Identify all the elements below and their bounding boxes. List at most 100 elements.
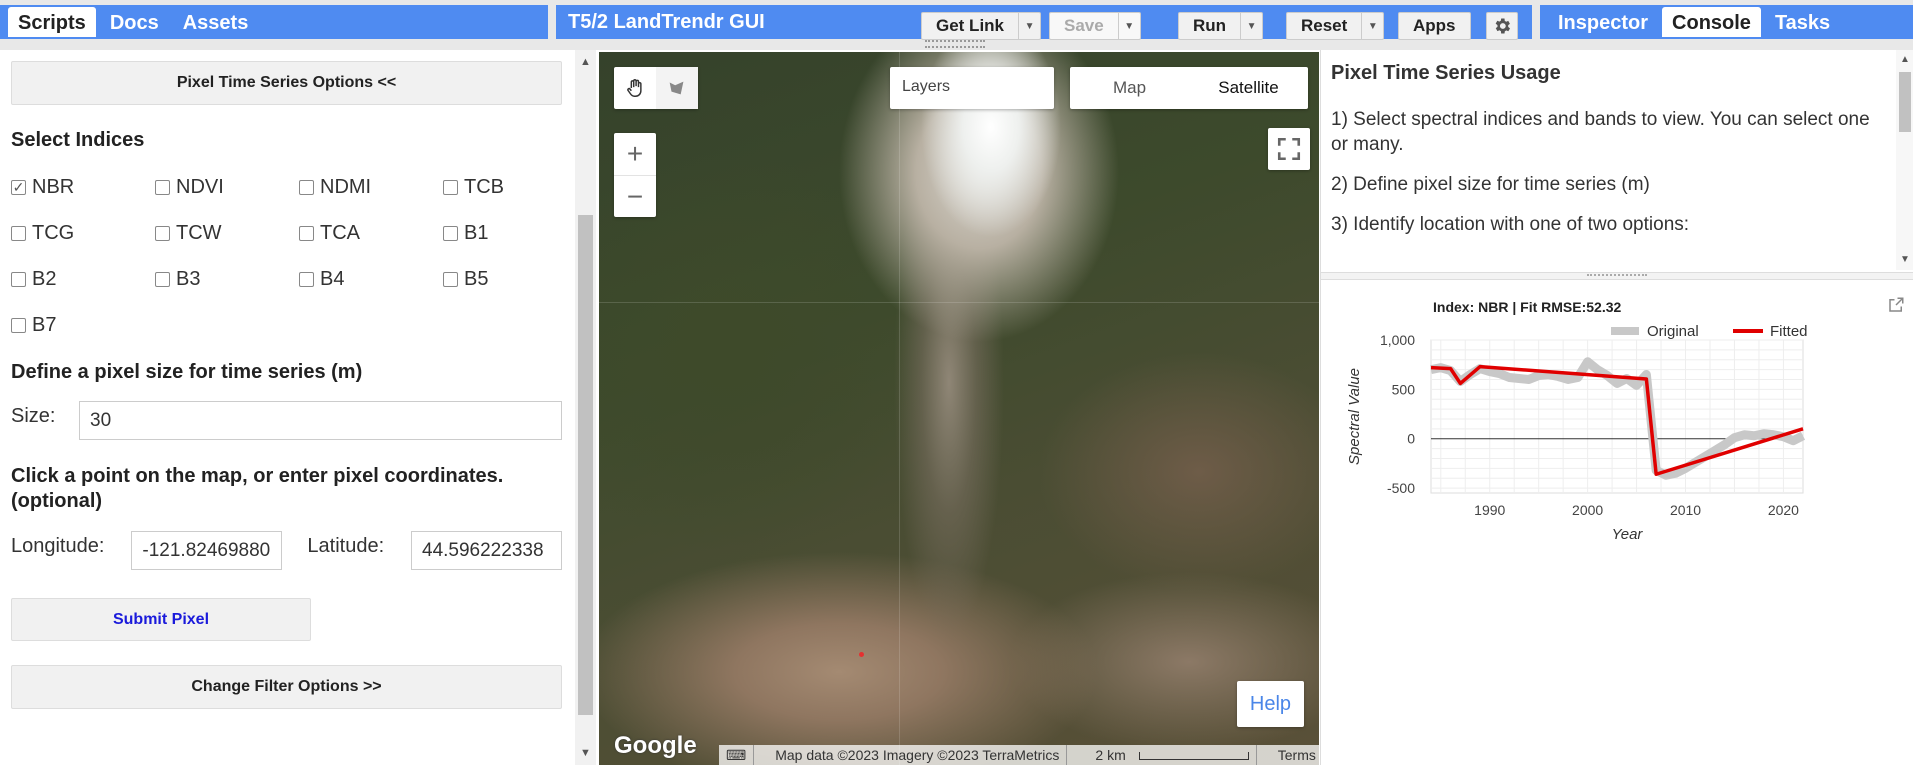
usage-instructions: Pixel Time Series Usage 1) Select spectr… xyxy=(1331,62,1886,267)
reset-button[interactable]: Reset ▼ xyxy=(1286,12,1385,40)
usage-step: 3) Identify location with one of two opt… xyxy=(1331,214,1690,235)
map-attribution: Map data ©2023 Imagery ©2023 TerraMetric… xyxy=(775,747,1060,763)
pixel-options-button[interactable]: Pixel Time Series Options << xyxy=(11,61,562,105)
external-link-icon xyxy=(1889,297,1904,312)
layers-button[interactable]: Layers xyxy=(890,67,1054,109)
google-logo: Google xyxy=(614,732,697,759)
index-checkbox-tcb[interactable]: TCB xyxy=(443,176,575,199)
checkbox-icon[interactable] xyxy=(443,272,458,287)
index-checkbox-tcw[interactable]: TCW xyxy=(155,222,299,245)
hand-pan-tool[interactable] xyxy=(614,67,656,109)
change-filter-options-button[interactable]: Change Filter Options >> xyxy=(11,665,562,709)
chart-svg: 1,000 500 0 -500 1990 2000 2010 2020 Index: NBR … xyxy=(1346,299,1808,543)
scroll-down-icon[interactable]: ▼ xyxy=(1900,254,1910,265)
popout-button[interactable] xyxy=(1887,296,1905,319)
ui-panel: Pixel Time Series Options << Select Indi… xyxy=(0,50,575,765)
index-checkbox-b7[interactable]: B7 xyxy=(11,314,155,337)
polygon-icon xyxy=(669,81,684,95)
checkbox-icon[interactable] xyxy=(11,318,26,333)
tab-console[interactable]: Console xyxy=(1662,7,1761,37)
tab-tasks[interactable]: Tasks xyxy=(1765,7,1840,37)
index-checkbox-label: B2 xyxy=(32,268,57,290)
tab-inspector[interactable]: Inspector xyxy=(1548,7,1658,37)
submit-pixel-button[interactable]: Submit Pixel xyxy=(11,598,311,641)
index-checkbox-tcg[interactable]: TCG xyxy=(11,222,155,245)
terms-of-use-link[interactable]: Terms of Use xyxy=(1271,747,1319,763)
index-checkbox-b5[interactable]: B5 xyxy=(443,268,575,291)
fullscreen-button[interactable] xyxy=(1268,128,1310,170)
scrollbar-thumb[interactable] xyxy=(578,215,593,715)
scroll-up-icon[interactable]: ▲ xyxy=(580,56,591,68)
editor-resize-handle[interactable] xyxy=(925,40,985,48)
scroll-down-icon[interactable]: ▼ xyxy=(580,747,591,759)
latitude-input[interactable] xyxy=(411,531,562,570)
y-tick-label: 0 xyxy=(1407,431,1415,447)
chevron-down-icon[interactable]: ▼ xyxy=(1018,13,1040,39)
checkbox-icon[interactable] xyxy=(155,180,170,195)
run-button[interactable]: Run ▼ xyxy=(1178,12,1264,40)
index-checkbox-ndmi[interactable]: NDMI xyxy=(299,176,443,199)
index-checkbox-nbr[interactable]: ✓ NBR xyxy=(11,176,155,199)
index-checkbox-label: B5 xyxy=(464,268,489,290)
map-view[interactable]: + − Layers Map Satellite Help Google ⌨ M… xyxy=(599,52,1319,765)
gear-icon xyxy=(1495,18,1510,34)
checkbox-icon[interactable] xyxy=(11,226,26,241)
usage-title: Pixel Time Series Usage xyxy=(1331,62,1561,84)
y-tick-label: 500 xyxy=(1392,381,1416,397)
index-checkbox-b4[interactable]: B4 xyxy=(299,268,443,291)
longitude-input[interactable] xyxy=(131,531,283,570)
checkbox-icon[interactable] xyxy=(299,226,314,241)
scrollbar-thumb[interactable] xyxy=(1899,72,1911,132)
shape-draw-tool[interactable] xyxy=(656,67,698,109)
usage-step: 2) Define pixel size for time series (m) xyxy=(1331,174,1650,195)
scroll-up-icon[interactable]: ▲ xyxy=(1900,54,1910,65)
scale-bar[interactable]: 2 km xyxy=(1081,747,1255,763)
get-link-button[interactable]: Get Link ▼ xyxy=(921,12,1042,40)
index-checkbox-label: TCA xyxy=(320,222,360,244)
settings-button[interactable] xyxy=(1486,12,1518,40)
zoom-in-button[interactable]: + xyxy=(614,133,656,175)
checkbox-icon[interactable] xyxy=(11,272,26,287)
checkbox-icon[interactable] xyxy=(299,180,314,195)
index-checkbox-b1[interactable]: B1 xyxy=(443,222,575,245)
index-checkbox-label: NBR xyxy=(32,176,75,198)
ui-panel-scrollbar[interactable]: ▲ ▼ xyxy=(575,50,596,765)
checkbox-icon[interactable] xyxy=(443,226,458,241)
help-button[interactable]: Help xyxy=(1237,681,1304,727)
index-checkbox-label: B1 xyxy=(464,222,489,244)
chevron-down-icon[interactable]: ▼ xyxy=(1117,13,1140,39)
checkbox-icon[interactable] xyxy=(155,272,170,287)
save-button[interactable]: Save ▼ xyxy=(1049,12,1141,40)
legend-label-fitted: Fitted xyxy=(1770,323,1808,340)
size-input[interactable] xyxy=(79,401,562,440)
map-drawing-tools xyxy=(614,67,698,109)
map-type-map[interactable]: Map xyxy=(1070,67,1189,109)
index-checkbox-grid: ✓ NBR NDVI NDMI TCB TCG TCW TCA B1 B2 B3 B4 B5 B7 xyxy=(11,176,562,337)
index-checkbox-tca[interactable]: TCA xyxy=(299,222,443,245)
left-pane-tabs: Scripts Docs Assets xyxy=(0,5,548,39)
tab-docs[interactable]: Docs xyxy=(100,7,169,37)
apps-button[interactable]: Apps xyxy=(1398,12,1471,40)
tab-assets[interactable]: Assets xyxy=(173,7,259,37)
x-axis-label: Year xyxy=(1612,526,1644,543)
index-checkbox-label: B3 xyxy=(176,268,201,290)
usage-scrollbar[interactable]: ▲ ▼ xyxy=(1896,50,1913,270)
panel-splitter[interactable] xyxy=(1321,272,1913,280)
keyboard-icon[interactable]: ⌨ xyxy=(719,747,753,764)
index-checkbox-b3[interactable]: B3 xyxy=(155,268,299,291)
index-checkbox-ndvi[interactable]: NDVI xyxy=(155,176,299,199)
index-checkbox-b2[interactable]: B2 xyxy=(11,268,155,291)
index-checkbox-label: B7 xyxy=(32,314,57,336)
zoom-out-button[interactable]: − xyxy=(614,175,656,217)
zoom-control: + − xyxy=(614,133,656,217)
chevron-down-icon[interactable]: ▼ xyxy=(1361,13,1383,39)
checkbox-icon[interactable] xyxy=(443,180,458,195)
map-type-satellite[interactable]: Satellite xyxy=(1189,67,1308,109)
x-tick-label: 2010 xyxy=(1670,502,1701,518)
chevron-down-icon[interactable]: ▼ xyxy=(1240,13,1262,39)
checkbox-icon[interactable] xyxy=(299,272,314,287)
checkmark-icon[interactable]: ✓ xyxy=(11,179,26,195)
index-checkbox-label: B4 xyxy=(320,268,345,290)
checkbox-icon[interactable] xyxy=(155,226,170,241)
tab-scripts[interactable]: Scripts xyxy=(8,7,96,37)
